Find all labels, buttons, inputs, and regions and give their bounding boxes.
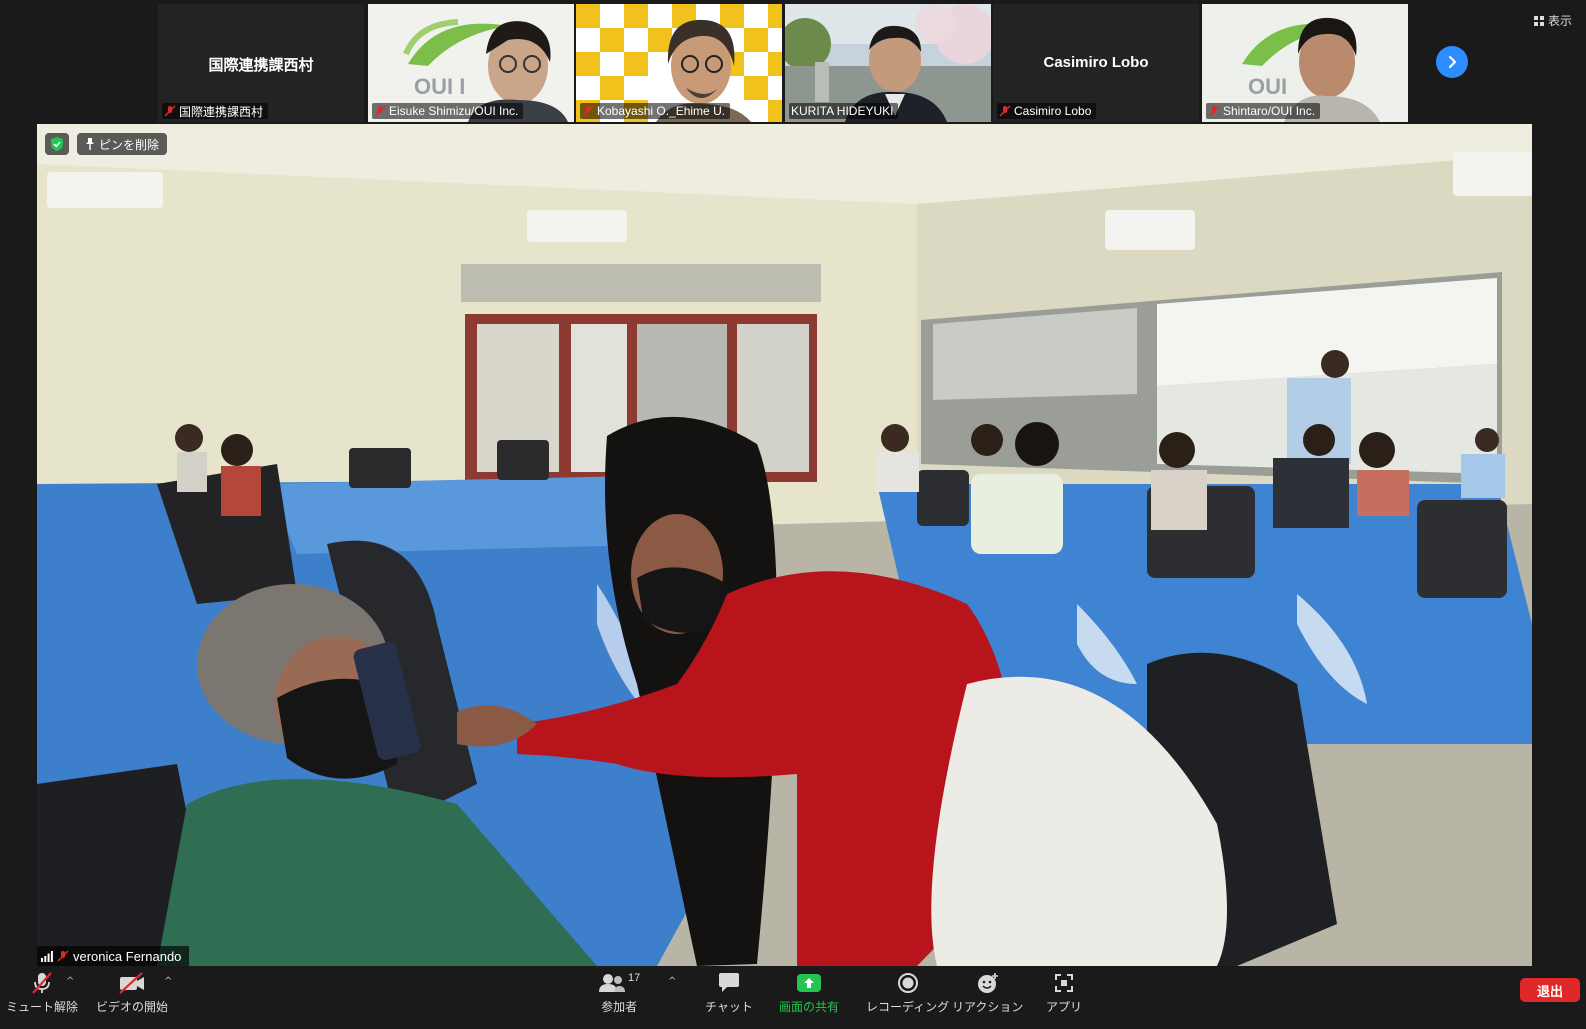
shield-icon <box>51 137 63 151</box>
start-video-button[interactable]: ビデオの開始 <box>96 970 168 1015</box>
chat-label: チャット <box>705 1000 753 1014</box>
participant-caption: 国際連携課西村 <box>162 103 269 119</box>
reactions-label: リアクション <box>952 1000 1024 1014</box>
participant-background-text: OUI <box>1248 74 1287 99</box>
chat-button[interactable]: チャット <box>705 970 753 1015</box>
chat-icon <box>718 973 739 992</box>
record-label: レコーディング <box>866 1000 950 1014</box>
record-icon <box>897 973 918 993</box>
participant-caption: Kobayashi O._Ehime U. <box>580 103 731 119</box>
participant-caption: Eisuke Shimizu/OUI Inc. <box>372 103 524 119</box>
speaker-name: veronica Fernando <box>73 948 182 964</box>
mic-muted-icon <box>32 972 52 994</box>
view-button[interactable]: 表示 <box>1533 12 1572 29</box>
participants-button[interactable]: 17 参加者 <box>598 970 640 1015</box>
mic-muted-icon <box>582 105 594 117</box>
participant-name: 国際連携課西村 <box>179 104 264 119</box>
signal-strength-icon <box>41 950 53 962</box>
meeting-room-video <box>37 124 1532 966</box>
reactions-button[interactable]: リアクション <box>952 970 1023 1015</box>
gallery-strip: 国際連携課西村 国際連携課西村 OUI I Eisuke Shimizu/OUI… <box>0 0 1586 124</box>
video-options-caret[interactable]: ^ <box>164 976 172 987</box>
participant-caption: Casimiro Lobo <box>997 103 1097 119</box>
participant-name: Casimiro Lobo <box>1014 104 1092 118</box>
participant-background-text: OUI I <box>414 74 465 99</box>
participant-tile-kobayashi[interactable]: Kobayashi O._Ehime U. <box>576 4 782 122</box>
meeting-toolbar: ミュート解除 ^ ビデオの開始 ^ 17 参加者 ^ チャット 画面の共有 レコ… <box>0 966 1586 1029</box>
participant-caption: Shintaro/OUI Inc. <box>1206 103 1321 119</box>
mic-muted-icon <box>1208 105 1220 117</box>
participant-caption: KURITA HIDEYUKI <box>789 103 899 119</box>
share-screen-label: 画面の共有 <box>779 1000 840 1014</box>
participant-name: Kobayashi O._Ehime U. <box>597 104 726 118</box>
pin-icon <box>86 138 94 150</box>
next-page-button[interactable] <box>1436 46 1468 78</box>
unpin-label: ピンを削除 <box>99 137 160 152</box>
start-video-label: ビデオの開始 <box>96 1000 169 1014</box>
participant-name: Eisuke Shimizu/OUI Inc. <box>389 104 519 118</box>
participant-name: KURITA HIDEYUKI <box>791 104 894 118</box>
participant-tile-kurita[interactable]: KURITA HIDEYUKI <box>785 4 991 122</box>
main-video[interactable]: ピンを削除 veronica Fernando <box>37 124 1532 966</box>
share-screen-icon <box>797 974 821 992</box>
mic-muted-icon <box>999 105 1011 117</box>
participants-count: 17 <box>628 972 641 984</box>
grid-view-icon <box>1533 15 1544 26</box>
mic-muted-icon <box>374 105 386 117</box>
mic-muted-icon <box>164 105 176 117</box>
participants-icon <box>599 974 625 992</box>
participants-label: 参加者 <box>601 1000 638 1014</box>
unpin-button[interactable]: ピンを削除 <box>77 133 168 155</box>
chevron-right-icon <box>1448 55 1457 69</box>
mic-muted-icon <box>57 950 69 962</box>
participant-tile-casimiro[interactable]: Casimiro Lobo Casimiro Lobo <box>993 4 1199 122</box>
participant-name: Shintaro/OUI Inc. <box>1223 104 1316 118</box>
encryption-shield-button[interactable] <box>45 133 69 155</box>
share-screen-button[interactable]: 画面の共有 <box>779 970 839 1015</box>
apps-button[interactable]: アプリ <box>1046 970 1082 1015</box>
emoji-reaction-icon <box>977 973 998 993</box>
participant-tile-nishimura[interactable]: 国際連携課西村 国際連携課西村 <box>158 4 364 122</box>
participant-display-name: 国際連携課西村 <box>208 57 314 74</box>
audio-options-caret[interactable]: ^ <box>66 976 74 987</box>
leave-meeting-button[interactable]: 退出 <box>1520 978 1580 1002</box>
unmute-label: ミュート解除 <box>6 1000 79 1014</box>
participant-display-name: Casimiro Lobo <box>1043 54 1149 71</box>
apps-label: アプリ <box>1046 1000 1083 1014</box>
participant-tile-eisuke[interactable]: OUI I Eisuke Shimizu/OUI Inc. <box>368 4 574 122</box>
video-off-icon <box>119 972 144 994</box>
apps-icon <box>1055 974 1073 992</box>
active-speaker-caption: veronica Fernando <box>37 946 190 966</box>
record-button[interactable]: レコーディング <box>866 970 949 1015</box>
participants-options-caret[interactable]: ^ <box>668 976 676 987</box>
view-label: 表示 <box>1547 14 1572 28</box>
participant-tile-shintaro[interactable]: OUI Shintaro/OUI Inc. <box>1202 4 1408 122</box>
